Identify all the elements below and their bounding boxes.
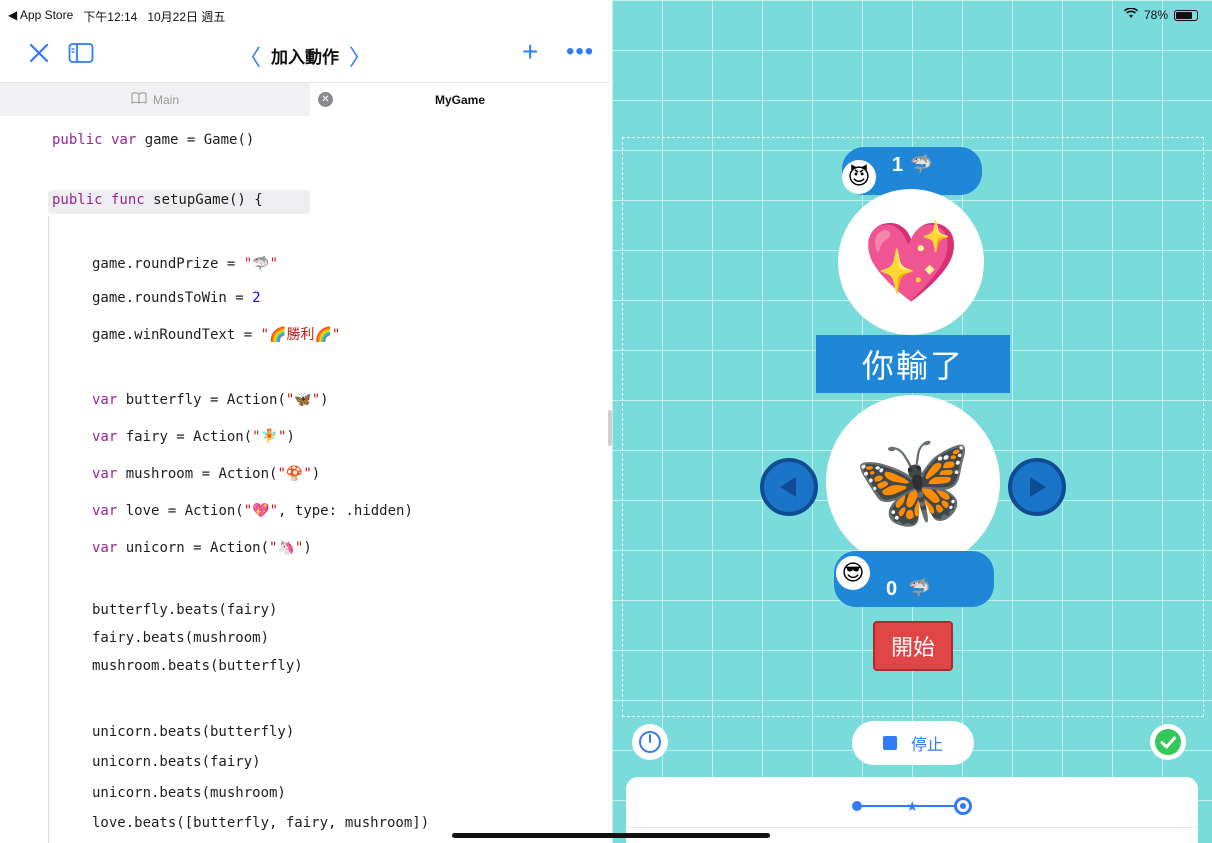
- code-line: var butterfly = Action("🦋"): [92, 392, 329, 408]
- result-banner: 你輸了: [816, 335, 1010, 393]
- page-title: 加入動作: [271, 48, 339, 67]
- speedometer-icon: [639, 731, 661, 753]
- live-view-pane: ••• 78% 😈 1 🦈 💖 你輸了 🦋 😎 0 🦈 開始 停止: [612, 0, 1212, 843]
- next-action-button[interactable]: [1008, 458, 1066, 516]
- home-indicator[interactable]: [452, 833, 770, 838]
- block-guide: [48, 216, 49, 843]
- code-line: var unicorn = Action("🦄"): [92, 540, 312, 556]
- wifi-icon: [1123, 7, 1139, 22]
- player-score: 0: [886, 578, 898, 600]
- panel-divider: [626, 827, 1198, 828]
- previous-action-button[interactable]: [760, 458, 818, 516]
- code-line: var mushroom = Action("🍄"): [92, 466, 321, 482]
- code-line: unicorn.beats(fairy): [92, 754, 261, 770]
- tab-mygame-label: MyGame: [434, 92, 486, 107]
- opponent-avatar: 😈: [842, 160, 876, 194]
- sparkling-heart-icon: 💖: [862, 218, 960, 306]
- prize-icon: 🦈: [910, 154, 933, 174]
- more-icon[interactable]: •••: [566, 38, 594, 66]
- tab-main[interactable]: Main: [0, 83, 310, 116]
- code-line: unicorn.beats(butterfly): [92, 724, 295, 740]
- arrow-right-icon: [1030, 477, 1046, 497]
- back-to-app-store[interactable]: ◀ App Store: [8, 8, 73, 25]
- player-choice-circle: 🦋: [826, 395, 1000, 569]
- player-avatar: 😎: [836, 556, 870, 590]
- book-icon: [131, 92, 147, 107]
- timer-button[interactable]: [632, 724, 668, 760]
- run-check-button[interactable]: [1150, 724, 1186, 760]
- code-line: unicorn.beats(mushroom): [92, 785, 286, 801]
- code-line: var love = Action("💖", type: .hidden): [92, 503, 413, 519]
- status-bar-right: 78%: [1123, 7, 1198, 22]
- battery-icon: [1174, 9, 1198, 21]
- butterfly-icon: 🦋: [853, 428, 973, 535]
- stop-label: 停止: [910, 737, 943, 754]
- battery-percent: 78%: [1143, 8, 1168, 22]
- close-tab-icon[interactable]: ✕: [318, 92, 333, 107]
- plus-icon[interactable]: +: [522, 36, 538, 68]
- code-line: fairy.beats(mushroom): [92, 630, 270, 646]
- code-line: love.beats([butterfly, fairy, mushroom]): [92, 815, 430, 831]
- status-bar-left: ◀ App Store 下午12:14 10月22日 週五: [8, 8, 225, 25]
- code-line: butterfly.beats(fairy): [92, 602, 278, 618]
- slider-tick: [852, 801, 862, 811]
- start-button[interactable]: 開始: [873, 621, 953, 671]
- code-editor-pane: ◀ App Store 下午12:14 10月22日 週五 〈加入動作〉 + •…: [0, 0, 610, 843]
- checkmark-icon: [1155, 729, 1181, 755]
- chevron-right-icon[interactable]: 〉: [339, 45, 381, 70]
- status-date: 10月22日 週五: [147, 10, 226, 24]
- code-line: public var game = Game(): [52, 132, 255, 148]
- tab-mygame[interactable]: MyGame: [310, 83, 610, 116]
- code-line: public func setupGame() {: [52, 192, 263, 208]
- code-line: game.roundsToWin = 2: [92, 290, 261, 306]
- speed-slider[interactable]: ★: [852, 796, 972, 816]
- editor-toolbar: 〈加入動作〉 + •••: [0, 32, 610, 78]
- code-area[interactable]: public var game = Game() public func set…: [0, 116, 610, 843]
- stop-icon: [882, 736, 897, 750]
- page-title-group: 〈加入動作〉: [0, 40, 610, 72]
- arrow-left-icon: [780, 477, 796, 497]
- star-icon: ★: [906, 798, 919, 814]
- tab-main-label: Main: [152, 92, 179, 107]
- chevron-left-icon[interactable]: 〈: [229, 45, 271, 70]
- stop-button[interactable]: 停止: [852, 721, 974, 765]
- status-time: 下午12:14: [83, 10, 138, 24]
- opponent-score: 1: [892, 154, 904, 176]
- code-line: game.winRoundText = "🌈勝利🌈": [92, 327, 341, 343]
- slider-knob[interactable]: [954, 797, 972, 815]
- code-line: var fairy = Action("🧚"): [92, 429, 295, 445]
- prize-icon: 🦈: [908, 578, 931, 598]
- code-line: game.roundPrize = "🦈": [92, 256, 279, 272]
- opponent-choice-circle: 💖: [838, 189, 984, 335]
- file-tabs: Main MyGame ✕: [0, 82, 610, 116]
- code-line: mushroom.beats(butterfly): [92, 658, 303, 674]
